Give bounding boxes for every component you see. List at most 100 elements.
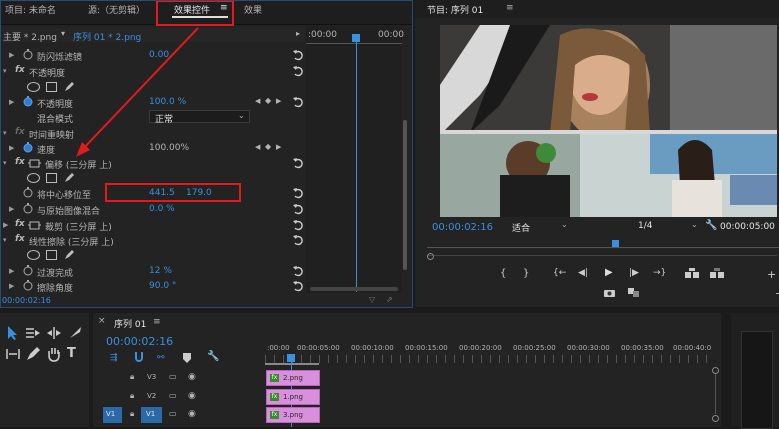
- clip-selector[interactable]: 主要 * 2.png: [3, 30, 57, 43]
- pen-mask-icon[interactable]: [64, 249, 75, 260]
- rectangle-mask-icon[interactable]: [46, 173, 57, 183]
- reset-icon[interactable]: [292, 65, 304, 77]
- expand-arrow-icon[interactable]: ▾: [3, 236, 7, 244]
- timeline-title[interactable]: 序列 01: [114, 317, 146, 330]
- program-video[interactable]: [440, 25, 777, 217]
- ellipse-mask-icon[interactable]: [27, 250, 40, 260]
- reset-icon[interactable]: [292, 234, 304, 246]
- playhead-marker[interactable]: [352, 34, 360, 42]
- export-icon[interactable]: ⇗: [386, 295, 393, 304]
- track-target[interactable]: V1: [141, 407, 162, 423]
- eye-icon[interactable]: ◉: [188, 409, 196, 419]
- prev-keyframe-icon[interactable]: ◀: [255, 143, 260, 151]
- stopwatch-icon[interactable]: [23, 142, 33, 153]
- effect-controls-timecode[interactable]: 00:00:02:16: [2, 296, 51, 305]
- next-keyframe-icon[interactable]: ▶: [276, 143, 281, 151]
- tab-effects[interactable]: 效果: [244, 3, 262, 16]
- lift-icon[interactable]: [685, 268, 699, 278]
- clip[interactable]: fx 3.png: [266, 407, 320, 423]
- wrench-icon[interactable]: 🔧: [705, 220, 717, 231]
- reset-icon[interactable]: [292, 187, 304, 199]
- fx-icon[interactable]: fx: [15, 234, 25, 244]
- add-button[interactable]: +: [767, 268, 776, 281]
- fx-icon[interactable]: fx: [15, 157, 25, 167]
- scrub-bar[interactable]: [427, 239, 779, 251]
- expand-arrow-icon[interactable]: ▾: [3, 129, 7, 137]
- snap-icon[interactable]: [134, 351, 144, 363]
- stopwatch-icon[interactable]: [23, 187, 33, 198]
- expand-arrow-icon[interactable]: ▶: [9, 144, 14, 152]
- track-select-icon[interactable]: [25, 325, 41, 341]
- mark-in-button[interactable]: {: [500, 268, 506, 279]
- dropdown-icon[interactable]: ▾: [61, 29, 65, 38]
- nest-icon[interactable]: ⇶: [110, 353, 118, 363]
- reset-icon[interactable]: [292, 96, 304, 108]
- compare-view-icon[interactable]: [628, 288, 639, 297]
- step-back-button[interactable]: ◀|: [578, 268, 588, 278]
- timeline-settings-icon[interactable]: 🔧: [207, 351, 219, 362]
- fx-icon[interactable]: fx: [15, 219, 25, 229]
- timeline-ruler[interactable]: :00:00 00:00:05:00 00:00:10:00 00:00:15:…: [265, 341, 711, 366]
- tab-source[interactable]: 源:（无剪辑）: [88, 3, 145, 16]
- close-icon[interactable]: ×: [98, 316, 106, 326]
- zoom-handle-left[interactable]: [427, 253, 434, 260]
- row-value[interactable]: 0.0 %: [149, 204, 175, 214]
- step-forward-button[interactable]: |▶: [629, 268, 639, 278]
- reset-icon[interactable]: [292, 203, 304, 215]
- zoom-scrollbar[interactable]: [427, 253, 777, 260]
- expand-arrow-icon[interactable]: ▶: [9, 267, 14, 275]
- lock-icon[interactable]: 🔒︎: [130, 391, 134, 401]
- fx-icon[interactable]: fx: [15, 65, 25, 75]
- filter-icon[interactable]: ▽: [369, 295, 375, 304]
- camera-icon[interactable]: [604, 288, 615, 297]
- ellipse-mask-icon[interactable]: [27, 173, 40, 183]
- expand-arrow-icon[interactable]: ▶: [9, 205, 14, 213]
- sync-lock-icon[interactable]: ▭: [169, 372, 177, 381]
- timeline-timecode[interactable]: 00:00:02:16: [106, 335, 173, 348]
- eye-icon[interactable]: ◉: [188, 372, 196, 382]
- reset-icon[interactable]: [292, 265, 304, 277]
- play-only-icon[interactable]: ▸: [296, 29, 300, 38]
- expand-arrow-icon[interactable]: ▾: [3, 67, 7, 75]
- rectangle-mask-icon[interactable]: [46, 250, 57, 260]
- razor-icon[interactable]: [67, 325, 83, 341]
- program-menu-icon[interactable]: ≡: [506, 3, 514, 13]
- next-keyframe-icon[interactable]: ▶: [276, 97, 281, 105]
- linked-selection-icon[interactable]: ⚯: [157, 353, 165, 363]
- expand-arrow-icon[interactable]: ▾: [3, 159, 7, 167]
- hand-tool-icon[interactable]: [46, 346, 62, 362]
- stopwatch-icon[interactable]: [23, 280, 33, 291]
- play-button[interactable]: ▶: [605, 267, 613, 278]
- sync-lock-icon[interactable]: ▭: [169, 391, 177, 400]
- stopwatch-icon[interactable]: [23, 265, 33, 276]
- go-to-out-button[interactable]: →}: [653, 268, 666, 278]
- eye-icon[interactable]: ◉: [188, 391, 196, 401]
- slip-tool-icon[interactable]: [5, 346, 21, 362]
- stopwatch-icon[interactable]: [23, 96, 33, 107]
- work-area-bar[interactable]: [265, 363, 319, 365]
- type-tool-icon[interactable]: T: [67, 346, 83, 362]
- ellipse-mask-icon[interactable]: [27, 82, 40, 92]
- scroll-handle-bottom[interactable]: [712, 415, 719, 422]
- rectangle-mask-icon[interactable]: [46, 82, 57, 92]
- pen-mask-icon[interactable]: [64, 172, 75, 183]
- add-keyframe-icon[interactable]: ◆: [265, 142, 271, 151]
- reset-icon[interactable]: [292, 157, 304, 169]
- resolution-select[interactable]: 1/4 ⌄: [634, 220, 704, 233]
- scrub-playhead[interactable]: [612, 240, 619, 247]
- sync-lock-icon[interactable]: ▭: [169, 409, 177, 418]
- timeline-menu-icon[interactable]: ≡: [153, 317, 161, 327]
- expand-arrow-icon[interactable]: ▶: [9, 51, 14, 59]
- expand-arrow-icon[interactable]: ▶: [3, 221, 8, 229]
- clip[interactable]: fx 1.png: [266, 389, 320, 405]
- fit-select[interactable]: 适合 ⌄: [508, 220, 574, 234]
- mini-scrollbar[interactable]: [310, 287, 398, 291]
- pen-tool-icon[interactable]: [25, 346, 41, 362]
- scroll-handle-top[interactable]: [712, 367, 719, 374]
- lock-icon[interactable]: 🔒︎: [130, 409, 134, 419]
- program-title[interactable]: 节目: 序列 01: [427, 3, 483, 16]
- stopwatch-icon[interactable]: [23, 49, 33, 60]
- go-to-in-button[interactable]: {←: [553, 268, 566, 278]
- prev-keyframe-icon[interactable]: ◀: [255, 97, 260, 105]
- add-marker-icon[interactable]: [183, 353, 191, 363]
